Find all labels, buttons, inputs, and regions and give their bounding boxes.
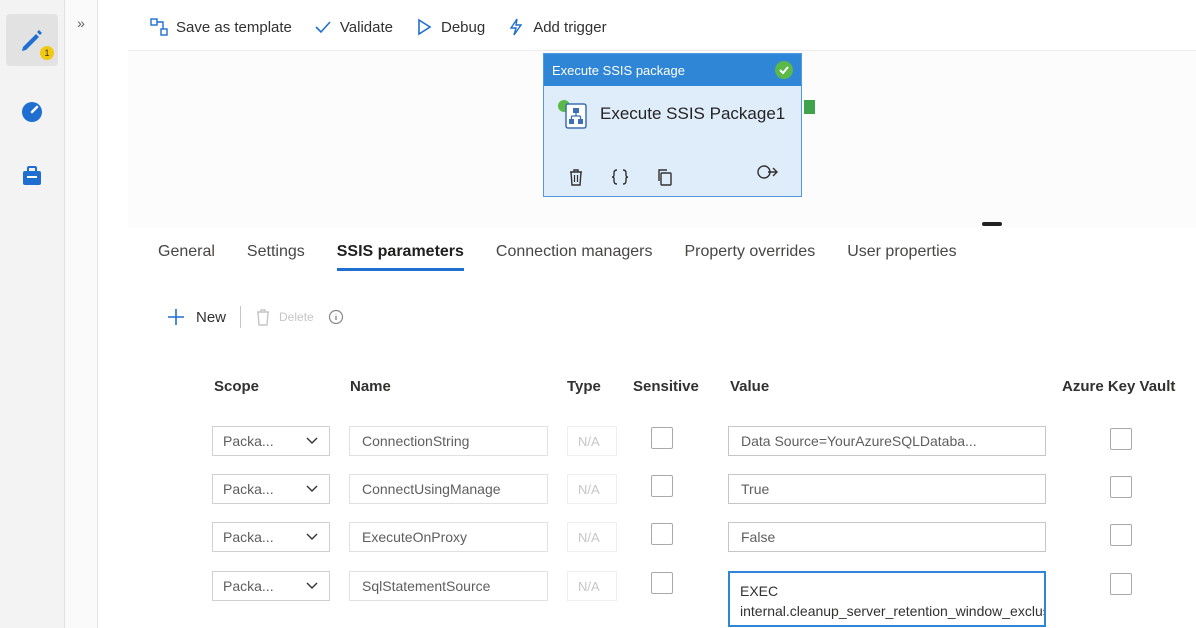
- play-icon: [418, 18, 432, 36]
- delete-icon[interactable]: [568, 168, 584, 186]
- delete-label: Delete: [279, 310, 314, 324]
- success-output-port[interactable]: [804, 100, 815, 114]
- parameters-toolbar: New Delete: [166, 306, 344, 328]
- column-header-sensitive: Sensitive: [633, 378, 699, 395]
- parameter-type: N/A: [567, 474, 617, 504]
- gauge-icon: [22, 102, 42, 122]
- save-as-template-button[interactable]: Save as template: [150, 18, 292, 36]
- column-header-value: Value: [730, 378, 770, 395]
- chevron-down-icon: [306, 437, 318, 444]
- scope-dropdown[interactable]: Packa...: [212, 426, 330, 456]
- save-as-template-label: Save as template: [176, 18, 292, 36]
- output-arrow-icon[interactable]: [755, 163, 779, 186]
- sensitive-checkbox[interactable]: [651, 572, 673, 594]
- activity-card-body: Execute SSIS Package1: [544, 86, 801, 130]
- parameter-name-field[interactable]: ExecuteOnProxy: [349, 522, 548, 552]
- azure-key-vault-checkbox[interactable]: [1110, 428, 1132, 450]
- scope-value: Packa...: [223, 481, 274, 497]
- trash-icon: [257, 309, 270, 326]
- table-row: Packa... ConnectionString N/A Data Sourc…: [0, 424, 1196, 460]
- scope-dropdown[interactable]: Packa...: [212, 522, 330, 552]
- delete-parameter-button[interactable]: Delete: [255, 308, 314, 326]
- plus-icon: [168, 309, 184, 325]
- validate-button[interactable]: Validate: [314, 18, 393, 36]
- parameter-value-field[interactable]: Data Source=YourAzureSQLDataba...: [728, 426, 1046, 456]
- parameter-value-field[interactable]: True: [728, 474, 1046, 504]
- manage-nav-button[interactable]: [6, 150, 58, 202]
- info-icon[interactable]: [328, 309, 344, 325]
- tab-user-properties[interactable]: User properties: [847, 243, 956, 271]
- scope-dropdown[interactable]: Packa...: [212, 571, 330, 601]
- notification-badge: 1: [40, 46, 54, 60]
- tab-property-overrides[interactable]: Property overrides: [684, 243, 815, 271]
- author-nav-button[interactable]: 1: [6, 14, 58, 66]
- parameter-type: N/A: [567, 522, 617, 552]
- chevron-down-icon: [306, 533, 318, 540]
- monitor-nav-button[interactable]: [6, 86, 58, 138]
- scope-value: Packa...: [223, 578, 274, 594]
- expand-chevron-icon[interactable]: »: [71, 14, 91, 34]
- parameter-value-field[interactable]: EXEC internal.cleanup_server_retention_w…: [728, 571, 1046, 627]
- pipeline-toolbar: Save as template Validate Debug Add trig…: [150, 12, 607, 42]
- new-parameter-button[interactable]: New: [166, 307, 226, 327]
- tab-settings[interactable]: Settings: [247, 243, 305, 271]
- scope-value: Packa...: [223, 529, 274, 545]
- column-header-name: Name: [350, 378, 391, 395]
- table-row: Packa... SqlStatementSource N/A EXEC int…: [0, 571, 1196, 628]
- activity-card[interactable]: Execute SSIS package Execute SSIS Packag…: [543, 53, 802, 197]
- parameter-name-field[interactable]: ConnectUsingManage: [349, 474, 548, 504]
- template-icon: [150, 18, 168, 36]
- scope-dropdown[interactable]: Packa...: [212, 474, 330, 504]
- tab-connection-managers[interactable]: Connection managers: [496, 243, 653, 271]
- parameter-value-field[interactable]: False: [728, 522, 1046, 552]
- ssis-package-icon: [558, 100, 587, 129]
- column-header-azure-key-vault: Azure Key Vault: [1062, 378, 1176, 395]
- add-trigger-label: Add trigger: [533, 18, 607, 36]
- success-check-icon: [775, 61, 793, 79]
- azure-key-vault-checkbox[interactable]: [1110, 573, 1132, 595]
- scope-value: Packa...: [223, 433, 274, 449]
- validate-label: Validate: [339, 18, 393, 36]
- sensitive-checkbox[interactable]: [651, 523, 673, 545]
- column-header-scope: Scope: [214, 378, 260, 395]
- properties-tabs: General Settings SSIS parameters Connect…: [158, 243, 957, 271]
- sensitive-checkbox[interactable]: [651, 427, 673, 449]
- add-trigger-button[interactable]: Add trigger: [507, 18, 607, 36]
- chevron-down-icon: [306, 582, 318, 589]
- checkmark-icon: [315, 21, 331, 34]
- panel-resize-handle[interactable]: [982, 222, 1002, 226]
- tab-general[interactable]: General: [158, 243, 215, 271]
- tab-ssis-parameters[interactable]: SSIS parameters: [336, 243, 465, 271]
- activity-type-label: Execute SSIS package: [552, 62, 685, 78]
- activity-card-actions: [568, 168, 674, 186]
- parameter-type: N/A: [567, 571, 617, 601]
- new-label: New: [196, 308, 227, 326]
- table-row: Packa... ConnectUsingManage N/A True: [0, 474, 1196, 510]
- column-header-type: Type: [567, 378, 601, 395]
- toolbar-divider: [240, 306, 242, 328]
- azure-key-vault-checkbox[interactable]: [1110, 476, 1132, 498]
- activity-card-header: Execute SSIS package: [544, 54, 801, 86]
- activity-name: Execute SSIS Package1: [600, 104, 786, 123]
- parameter-type: N/A: [567, 426, 617, 456]
- debug-label: Debug: [441, 18, 486, 36]
- table-row: Packa... ExecuteOnProxy N/A False: [0, 522, 1196, 558]
- sensitive-checkbox[interactable]: [651, 475, 673, 497]
- code-braces-icon[interactable]: [610, 168, 630, 186]
- parameter-name-field[interactable]: ConnectionString: [349, 426, 548, 456]
- chevron-down-icon: [306, 485, 318, 492]
- azure-key-vault-checkbox[interactable]: [1110, 524, 1132, 546]
- lightning-icon: [509, 18, 523, 36]
- debug-button[interactable]: Debug: [415, 18, 485, 36]
- parameter-name-field[interactable]: SqlStatementSource: [349, 571, 548, 601]
- copy-icon[interactable]: [656, 168, 674, 186]
- toolbox-icon: [23, 166, 41, 185]
